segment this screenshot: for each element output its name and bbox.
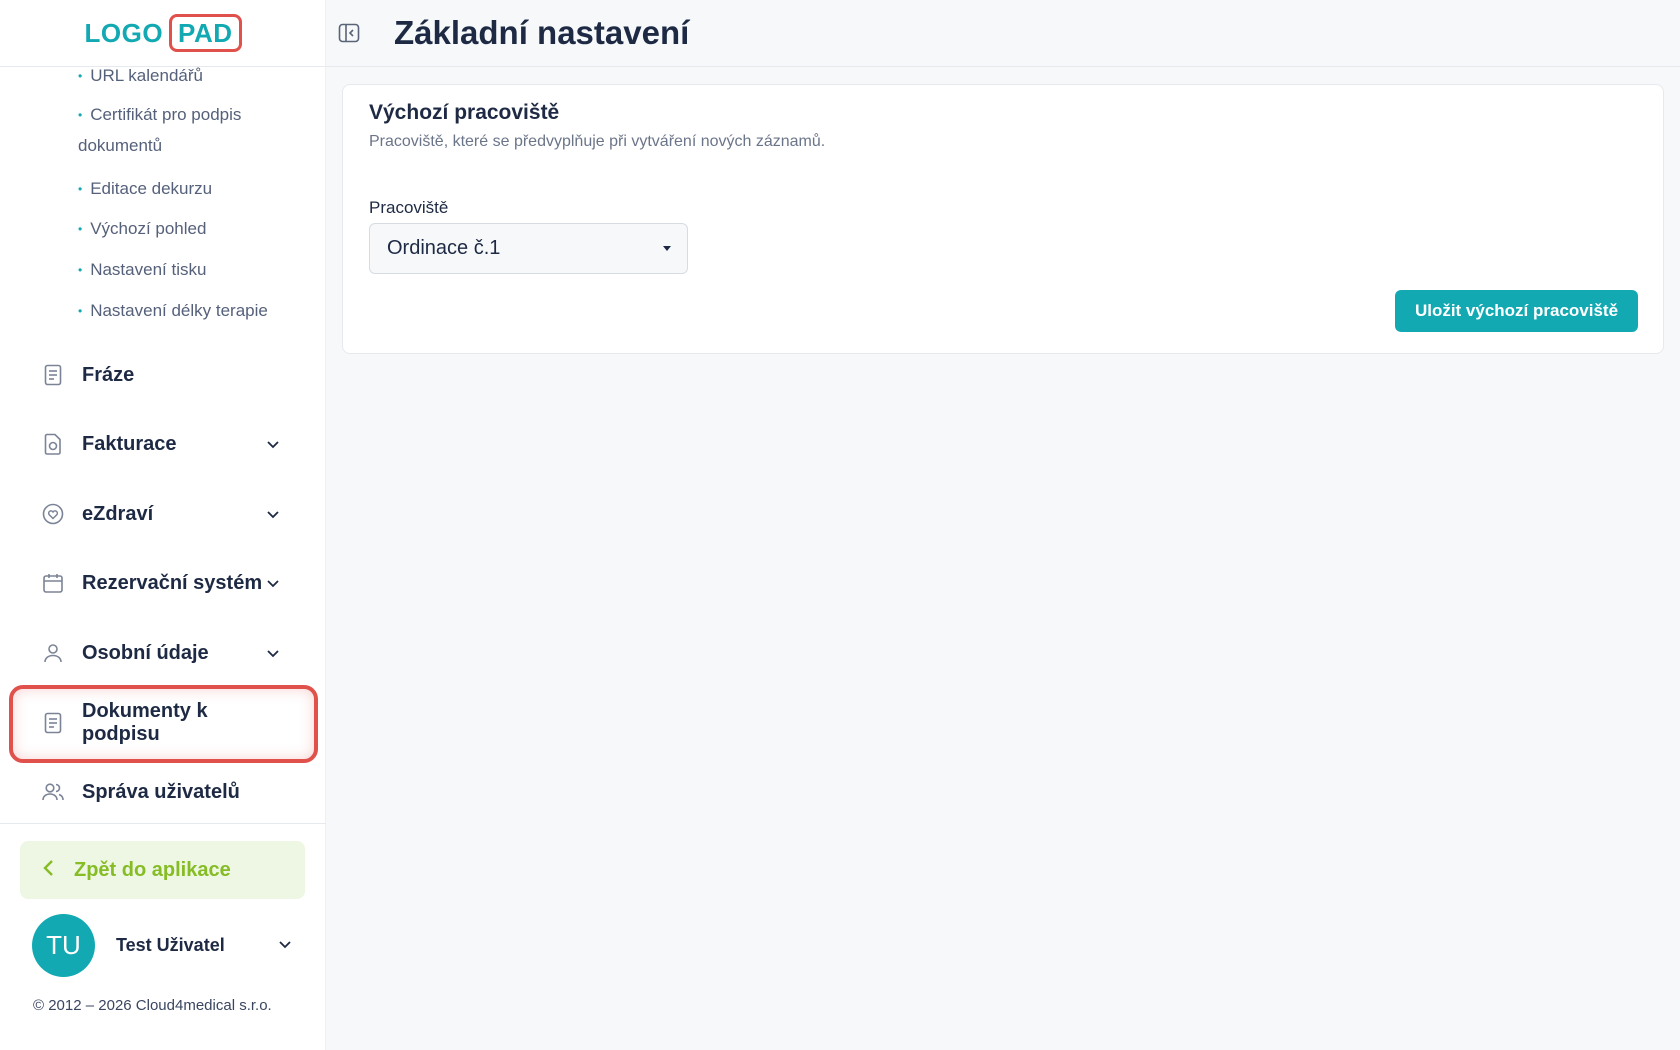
document-icon xyxy=(40,362,66,388)
subitem-certifikat[interactable]: • Certifikát pro podpis xyxy=(78,99,241,131)
logo-text-pad: PAD xyxy=(169,14,242,52)
sidebar: LOGO PAD • URL kalendářů • Certifikát pro … xyxy=(0,0,326,1050)
sidebar-item-fakturace[interactable]: Fakturace xyxy=(40,424,290,464)
back-to-app-label: Zpět do aplikace xyxy=(74,858,231,881)
bullet-dot: • xyxy=(78,108,83,123)
save-default-workplace-button[interactable]: Uložit výchozí pracoviště xyxy=(1395,290,1638,332)
subitem-nastaveni-delky-terapie[interactable]: • Nastavení délky terapie xyxy=(78,295,268,327)
sidebar-item-ezdravi[interactable]: eZdraví xyxy=(40,494,290,534)
logo-text-logo: LOGO xyxy=(84,17,164,48)
bullet-dot: • xyxy=(78,69,83,84)
chevron-down-icon xyxy=(264,574,282,592)
sidebar-toggle-icon[interactable] xyxy=(336,20,362,46)
calendar-icon xyxy=(40,570,66,596)
logo[interactable]: LOGO PAD xyxy=(84,14,242,52)
sidebar-item-label: Dokumenty k podpisu xyxy=(82,700,208,745)
subitem-url-kalendaru[interactable]: • URL kalendářů xyxy=(78,60,203,92)
back-to-app-button[interactable]: Zpět do aplikace xyxy=(20,841,305,899)
invoice-icon xyxy=(40,431,66,457)
sidebar-item-rezervacni-system[interactable]: Rezervační systém xyxy=(40,563,290,603)
card-title: Výchozí pracoviště xyxy=(369,101,560,124)
sidebar-item-label: Fráze xyxy=(82,363,135,386)
sidebar-item-label: Fakturace xyxy=(82,432,177,455)
user-menu[interactable]: TU Test Uživatel xyxy=(32,913,292,977)
card-subtitle: Pracoviště, které se předvyplňuje při vy… xyxy=(369,133,826,150)
default-workplace-card: Výchozí pracoviště Pracoviště, které se … xyxy=(342,84,1664,354)
chevron-down-icon xyxy=(264,435,282,453)
sidebar-item-sprava-uzivatelu[interactable]: Správa uživatelů xyxy=(40,772,290,812)
chevron-down-icon xyxy=(264,644,282,662)
sidebar-item-label: Správa uživatelů xyxy=(82,780,240,803)
workplace-field-label: Pracoviště xyxy=(369,198,449,217)
workplace-select[interactable]: Ordinace č.1 xyxy=(369,223,688,274)
sidebar-item-dokumenty-k-podpisu[interactable]: Dokumenty k podpisu xyxy=(40,700,290,745)
workplace-select-value: Ordinace č.1 xyxy=(387,237,501,259)
copyright: © 2012 – 2026 Cloud4medical s.r.o. xyxy=(33,997,272,1014)
avatar: TU xyxy=(32,913,95,977)
sidebar-item-osobni-udaje[interactable]: Osobní údaje xyxy=(40,633,290,673)
sidebar-item-label: Osobní údaje xyxy=(82,641,209,664)
user-name: Test Uživatel xyxy=(116,934,225,955)
chevron-down-icon xyxy=(278,936,292,954)
logo-bar: LOGO PAD xyxy=(0,0,326,67)
subitem-vychozi-pohled[interactable]: • Výchozí pohled xyxy=(78,213,206,245)
page-header: Základní nastavení xyxy=(326,0,1680,67)
sidebar-item-label: eZdraví xyxy=(82,502,154,525)
subitem-certifikat-line2[interactable]: dokumentů xyxy=(78,130,162,161)
bullet-dot: • xyxy=(78,304,83,319)
page-title: Základní nastavení xyxy=(394,14,690,51)
sidebar-item-fraze[interactable]: Fráze xyxy=(40,355,290,395)
chevron-left-icon xyxy=(42,859,54,882)
chevron-down-icon xyxy=(264,505,282,523)
document-icon xyxy=(40,710,66,736)
heart-icon xyxy=(40,501,66,527)
bullet-dot: • xyxy=(78,222,83,237)
bullet-dot: • xyxy=(78,263,83,278)
users-icon xyxy=(40,779,66,805)
divider xyxy=(0,823,326,824)
subitem-nastaveni-tisku[interactable]: • Nastavení tisku xyxy=(78,254,206,286)
sidebar-item-label: Rezervační systém xyxy=(82,571,263,594)
bullet-dot: • xyxy=(78,182,83,197)
subitem-editace-dekurzu[interactable]: • Editace dekurzu xyxy=(78,173,212,205)
user-icon xyxy=(40,640,66,666)
caret-down-icon xyxy=(663,246,671,251)
